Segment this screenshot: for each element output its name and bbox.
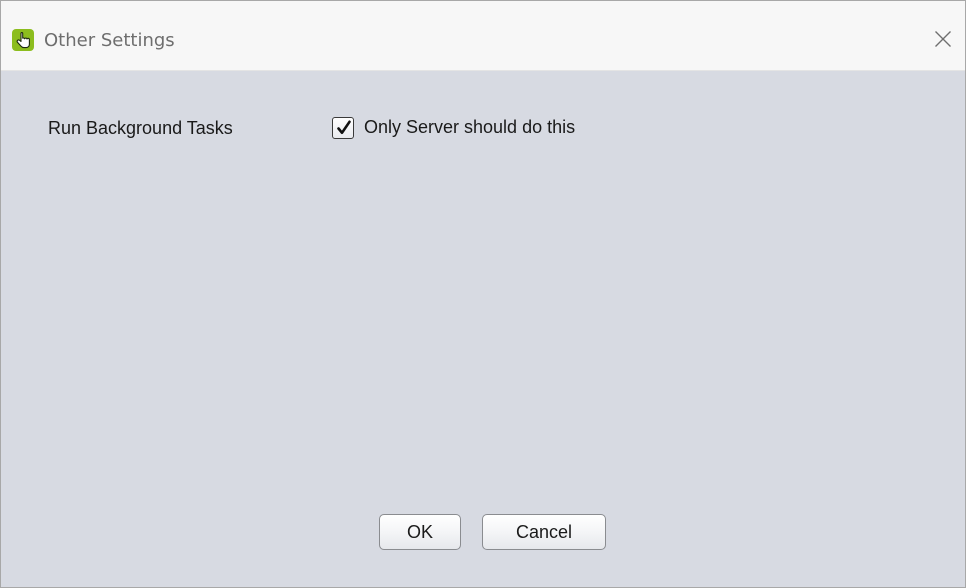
cancel-button[interactable]: Cancel bbox=[482, 514, 606, 550]
checkbox-box[interactable] bbox=[332, 116, 354, 139]
title-bar[interactable]: Other Settings bbox=[1, 1, 965, 71]
close-button[interactable] bbox=[929, 25, 957, 53]
ok-button[interactable]: OK bbox=[379, 514, 461, 550]
window-title: Other Settings bbox=[44, 30, 175, 51]
only-server-checkbox[interactable]: Only Server should do this bbox=[332, 115, 575, 139]
dialog-content: Run Background Tasks Only Server should … bbox=[1, 71, 965, 587]
close-icon bbox=[935, 31, 951, 47]
run-background-tasks-label: Run Background Tasks bbox=[48, 118, 233, 138]
checkmark-icon bbox=[337, 120, 351, 134]
only-server-checkbox-label: Only Server should do this bbox=[364, 117, 576, 137]
dialog-window: Other Settings Run Background Tasks Only… bbox=[0, 0, 966, 588]
app-hand-icon bbox=[12, 29, 34, 51]
